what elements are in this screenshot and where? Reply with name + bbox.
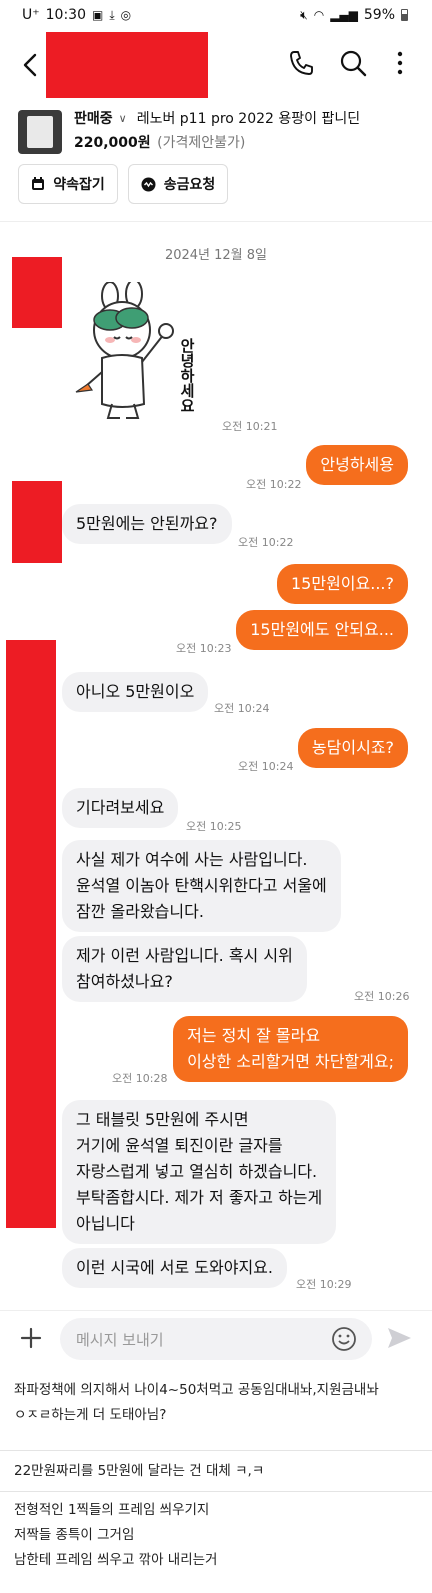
message-line: 사실 제가 여수에 사는 사람입니다.	[76, 850, 308, 869]
chat-area[interactable]: 2024년 12월 8일 안녕하세요 오전 10:21 오전 10:22 안녕하…	[0, 222, 432, 1310]
message-line: 거기에 윤석열 퇴진이란 글자를	[76, 1136, 283, 1155]
divider	[0, 1491, 432, 1492]
comment-line: 저짝들 종특이 그거임	[14, 1527, 135, 1543]
message-input[interactable]: 메시지 보내기	[60, 1318, 372, 1360]
message-line: 그 태블릿 5만원에 주시면	[76, 1110, 249, 1129]
chevron-left-icon	[23, 53, 37, 77]
message-line: 부탁좀합시다. 제가 저 좋자고 하는게	[76, 1188, 323, 1207]
message-time: 오전 10:22	[246, 478, 302, 491]
call-button[interactable]	[284, 46, 318, 80]
product-thumbnail[interactable]	[18, 110, 62, 154]
search-icon	[340, 50, 367, 77]
message-time: 오전 10:29	[296, 1278, 352, 1291]
send-icon	[388, 1328, 411, 1348]
message-bubble-in[interactable]: 사실 제가 여수에 사는 사람입니다. 윤석열 이놈아 탄핵시위한다고 서울에 …	[62, 840, 341, 932]
wifi-icon: ◠	[313, 8, 325, 22]
message-time: 오전 10:28	[112, 1072, 168, 1085]
redacted-avatar	[12, 481, 62, 563]
status-right: 🔇︎ ◠ ▂▄▆ 59%	[300, 7, 408, 23]
more-vertical-icon	[397, 51, 403, 75]
mute-icon: 🔇︎	[300, 7, 308, 22]
message-bubble-in[interactable]: 5만원에는 안된까요?	[62, 504, 232, 544]
appointment-label: 약속잡기	[53, 177, 105, 193]
comment: 전형적인 1찍들의 프레임 씌우기지 저짝들 종특이 그거임 남한테 프레임 씌…	[0, 1498, 432, 1573]
search-button[interactable]	[336, 46, 370, 80]
download-icon: ⤓	[109, 7, 115, 22]
redacted-avatar	[12, 257, 62, 328]
comment-line: 전형적인 1찍들의 프레임 씌우기지	[14, 1502, 210, 1518]
message-line: 이상한 소리할거면 차단할게요;	[187, 1052, 394, 1071]
message-bubble-out[interactable]: 저는 정치 잘 몰라요 이상한 소리할거면 차단할게요;	[173, 1016, 408, 1082]
signal-icon: ▂▄▆	[330, 8, 358, 22]
message-bubble-in[interactable]: 기다려보세요	[62, 788, 179, 828]
appointment-button[interactable]: 약속잡기	[18, 164, 118, 204]
message-time: 오전 10:22	[238, 536, 294, 549]
product-title-row: 판매중 ∨ 레노버 p11 pro 2022 용팡이 팝니딘	[74, 108, 360, 128]
comment: 좌파정책에 의지해서 나이4~50처먹고 공동임대내놔,지원금내놔 ㅇㅈㄹ하는게…	[0, 1378, 432, 1428]
carrier-label: U⁺	[22, 7, 40, 23]
battery-icon	[401, 9, 408, 21]
chat-header	[0, 32, 432, 98]
product-info[interactable]: 판매중 ∨ 레노버 p11 pro 2022 용팡이 팝니딘 220,000원 …	[0, 100, 432, 222]
message-time: 오전 10:26	[354, 990, 410, 1003]
clock: 10:30	[45, 7, 86, 23]
redacted-avatar-block	[6, 640, 56, 1228]
payment-request-label: 송금요청	[163, 177, 216, 193]
comment-line: 좌파정책에 의지해서 나이4~50처먹고 공동임대내놔,지원금내놔	[14, 1382, 379, 1398]
emoji-icon	[332, 1327, 356, 1351]
message-input-bar: 메시지 보내기	[0, 1310, 432, 1366]
redacted-username	[46, 32, 208, 98]
emoji-button[interactable]	[330, 1325, 358, 1353]
sticker-text: 안녕하세요	[178, 338, 196, 413]
send-button[interactable]	[384, 1323, 414, 1353]
message-bubble-in[interactable]: 이런 시국에 서로 도와야지요.	[62, 1248, 287, 1288]
product-price-row: 220,000원 (가격제안불가)	[74, 132, 245, 152]
gallery-icon: ▣	[92, 8, 104, 22]
message-bubble-out[interactable]: 15만원이요...?	[277, 564, 408, 604]
message-time: 오전 10:24	[214, 702, 270, 715]
message-time: 오전 10:21	[222, 420, 278, 433]
message-line: 아닙니다	[76, 1214, 135, 1233]
message-line: 자랑스럽게 넣고 열심히 하겠습니다.	[76, 1162, 318, 1181]
comment: 22만원짜리를 5만원에 달라는 건 대체 ㅋ,ㅋ	[0, 1459, 432, 1484]
battery-level: 59%	[363, 7, 395, 23]
attach-button[interactable]	[16, 1323, 46, 1353]
message-time: 오전 10:23	[176, 642, 232, 655]
message-line: 제가 이런 사람입니다. 혹시 시위	[76, 946, 293, 965]
price-note: (가격제안불가)	[157, 135, 246, 151]
comment-line: 남한테 프레임 씌우고 깎아 내리는거	[14, 1552, 218, 1568]
message-bubble-in[interactable]: 아니오 5만원이오	[62, 672, 209, 712]
calendar-icon	[32, 177, 45, 190]
chevron-down-icon[interactable]: ∨	[119, 112, 127, 125]
payment-request-button[interactable]: 송금요청	[128, 164, 228, 204]
status-bar: U⁺ 10:30 ▣ ⤓ ◎ 🔇︎ ◠ ▂▄▆ 59%	[0, 0, 432, 32]
message-line: 윤석열 이놈아 탄핵시위한다고 서울에	[76, 876, 327, 895]
message-time: 오전 10:25	[186, 820, 242, 833]
divider	[0, 1450, 432, 1451]
message-bubble-out[interactable]: 농담이시죠?	[297, 728, 408, 768]
message-bubble-out[interactable]: 15만원에도 안되요...	[236, 610, 408, 650]
message-line: 잠깐 올라왔습니다.	[76, 902, 204, 921]
comment-line: 22만원짜리를 5만원에 달라는 건 대체 ㅋ,ㅋ	[14, 1463, 265, 1479]
comment-line: ㅇㅈㄹ하는게 더 도태아님?	[14, 1407, 167, 1423]
status-left: U⁺ 10:30 ▣ ⤓ ◎	[22, 7, 131, 23]
date-divider: 2024년 12월 8일	[164, 248, 268, 263]
sync-icon: ◎	[120, 8, 132, 22]
phone-icon	[290, 51, 313, 75]
message-time: 오전 10:24	[238, 760, 294, 773]
message-bubble-in[interactable]: 제가 이런 사람입니다. 혹시 시위 참여하셨나요?	[62, 936, 307, 1002]
product-price: 220,000원	[74, 135, 151, 151]
message-line: 저는 정치 잘 몰라요	[187, 1026, 321, 1045]
pay-icon	[141, 177, 156, 191]
plus-icon	[20, 1327, 42, 1349]
message-bubble-in[interactable]: 그 태블릿 5만원에 주시면 거기에 윤석열 퇴진이란 글자를 자랑스럽게 넣고…	[62, 1100, 337, 1244]
product-title: 레노버 p11 pro 2022 용팡이 팝니딘	[136, 111, 361, 127]
more-button[interactable]	[388, 46, 412, 80]
back-button[interactable]	[14, 48, 48, 82]
message-line: 참여하셨나요?	[76, 972, 173, 991]
sale-status[interactable]: 판매중	[74, 108, 113, 128]
message-bubble-out[interactable]: 안녕하세용	[306, 445, 408, 485]
